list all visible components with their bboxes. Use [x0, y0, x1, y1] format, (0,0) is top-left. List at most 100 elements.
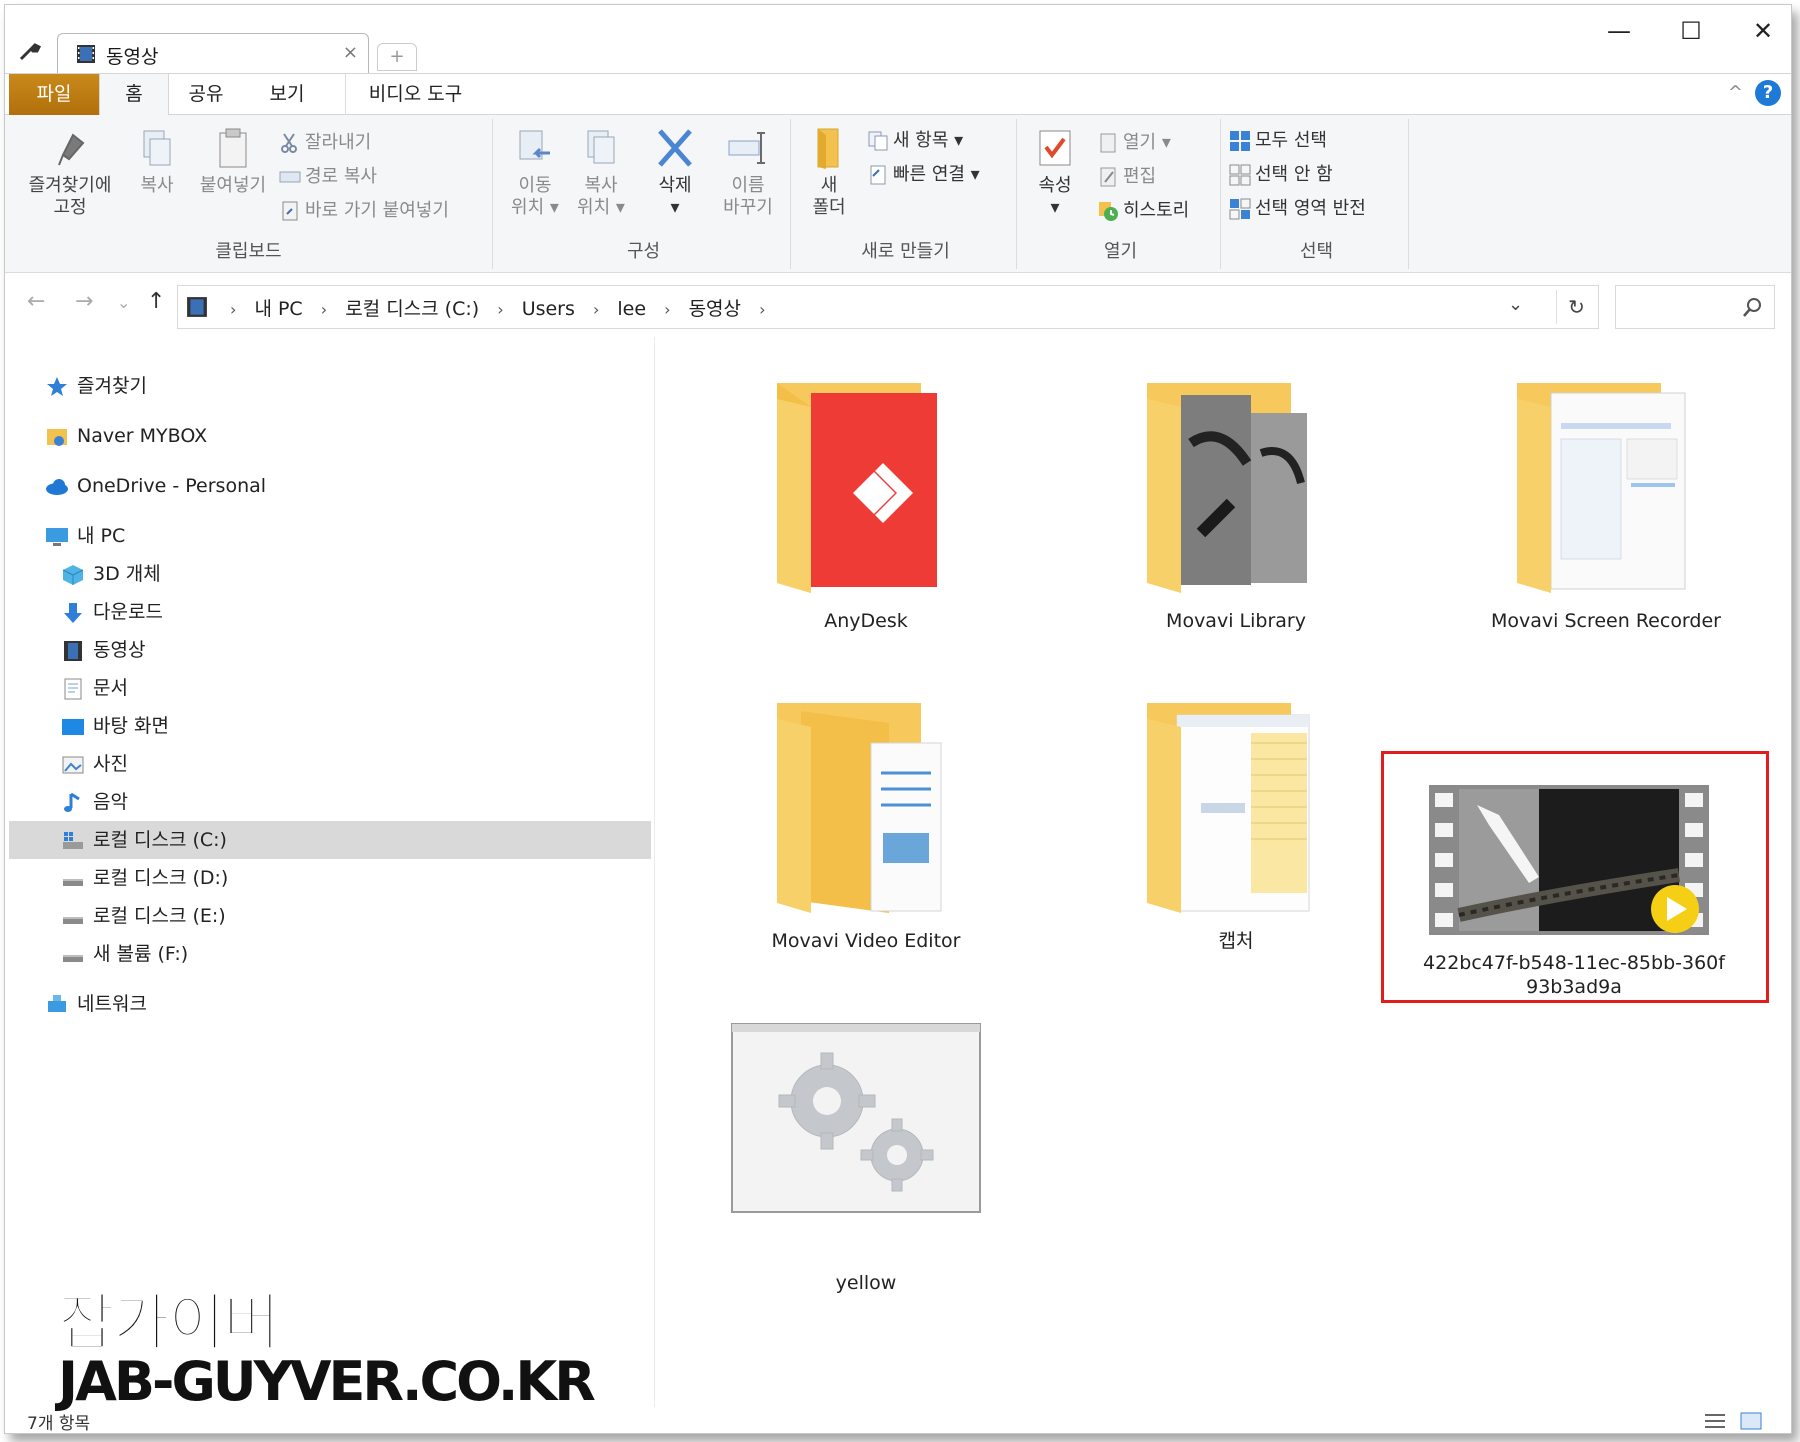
new-folder-button[interactable]: 새 폴더 — [799, 125, 859, 219]
recent-locations-button[interactable]: ⌄ — [117, 293, 130, 312]
refresh-button[interactable]: ↻ — [1556, 290, 1596, 324]
history-button[interactable]: 히스토리 — [1097, 197, 1189, 225]
breadcrumb-users[interactable]: Users — [522, 298, 575, 320]
copy-button[interactable]: 복사 — [125, 125, 189, 197]
mybox-folder-icon — [47, 428, 67, 446]
ribbon-tab-view[interactable]: 보기 — [247, 74, 327, 116]
paste-button[interactable]: 붙여넣기 — [191, 125, 275, 197]
wrench-icon[interactable] — [17, 39, 43, 65]
address-dropdown-button[interactable]: ⌄ — [1508, 294, 1523, 315]
tab-videos[interactable]: 동영상 × — [57, 33, 369, 73]
sidebar-item-music[interactable]: 음악 — [61, 783, 128, 821]
drive-icon — [63, 954, 83, 962]
easy-access-button[interactable]: 빠른 연결 ▾ — [867, 161, 980, 189]
explorer-window: 동영상 × + — ☐ ✕ 파일 홈 공유 보기 비디오 도구 ^ ? 즐겨찾기… — [4, 4, 1792, 1434]
select-none-button[interactable]: 선택 안 함 — [1229, 161, 1333, 189]
breadcrumb-videos[interactable]: 동영상 — [689, 298, 741, 320]
new-item-button[interactable]: 새 항목 ▾ — [867, 127, 963, 155]
movavi-library-folder-icon — [1147, 383, 1307, 593]
up-button[interactable]: ↑ — [147, 289, 165, 314]
sidebar-item-network[interactable]: 네트워크 — [45, 985, 147, 1023]
large-icons-view-icon[interactable] — [1739, 1411, 1763, 1431]
invert-selection-button[interactable]: 선택 영역 반전 — [1229, 195, 1366, 223]
new-tab-button[interactable]: + — [377, 43, 417, 71]
invert-selection-icon — [1229, 198, 1251, 220]
pictures-icon — [62, 756, 84, 773]
clipboard-group: 즐겨찾기에 고정 복사 붙여넣기 잘라내기 경로 복사 바로 가기 붙여넣기 클… — [5, 119, 493, 269]
shortcut-icon — [282, 201, 298, 221]
sidebar-item-onedrive[interactable]: OneDrive - Personal — [45, 467, 266, 505]
address-bar[interactable]: › 내 PC › 로컬 디스크 (C:) › Users › lee › 동영상… — [177, 285, 1599, 329]
tab-close-button[interactable]: × — [343, 42, 358, 63]
ribbon-collapse-icon[interactable]: ^ — [1728, 82, 1743, 103]
sidebar-item-naver-mybox[interactable]: Naver MYBOX — [45, 417, 207, 455]
sidebar-item-local-disk-d[interactable]: 로컬 디스크 (D:) — [61, 859, 228, 897]
drive-icon — [63, 878, 83, 886]
history-icon — [1099, 202, 1118, 221]
paste-shortcut-button[interactable]: 바로 가기 붙여넣기 — [279, 197, 449, 225]
anydesk-folder-icon — [777, 383, 937, 593]
ribbon-tabs: 파일 홈 공유 보기 비디오 도구 ^ ? — [5, 73, 1791, 117]
pin-to-quick-access-button[interactable]: 즐겨찾기에 고정 — [15, 125, 125, 219]
edit-button[interactable]: 편집 — [1097, 163, 1156, 191]
help-icon[interactable]: ? — [1755, 80, 1781, 106]
breadcrumb-local-disk-c[interactable]: 로컬 디스크 (C:) — [345, 298, 479, 320]
drive-icon — [63, 916, 83, 924]
back-button[interactable]: ← — [27, 289, 45, 314]
file-item-movavi-screen-recorder[interactable]: Movavi Screen Recorder — [1441, 383, 1771, 633]
sidebar-item-downloads[interactable]: 다운로드 — [61, 593, 163, 631]
breadcrumb-this-pc[interactable]: 내 PC — [254, 298, 302, 320]
file-item-movavi-video-editor[interactable]: Movavi Video Editor — [701, 703, 1031, 953]
file-item-movavi-library[interactable]: Movavi Library — [1071, 383, 1401, 633]
document-icon — [64, 678, 82, 699]
search-icon — [1743, 298, 1761, 317]
ribbon-tab-video-tools[interactable]: 비디오 도구 — [345, 74, 485, 116]
copy-to-button[interactable]: 복사 위치 ▾ — [569, 125, 633, 219]
sidebar-item-pictures[interactable]: 사진 — [61, 745, 128, 783]
forward-button[interactable]: → — [75, 289, 93, 314]
breadcrumb-lee[interactable]: lee — [617, 298, 646, 320]
sidebar-item-desktop[interactable]: 바탕 화면 — [61, 707, 169, 745]
sidebar-item-local-disk-e[interactable]: 로컬 디스크 (E:) — [61, 897, 226, 935]
copy-path-button[interactable]: 경로 복사 — [279, 163, 377, 191]
video-editor-folder-icon — [777, 703, 942, 913]
delete-x-icon — [658, 129, 692, 167]
open-button[interactable]: 열기 ▾ — [1097, 129, 1171, 157]
organize-label: 구성 — [626, 241, 661, 262]
sidebar-item-this-pc[interactable]: 내 PC — [45, 517, 125, 555]
new-group: 새 폴더 새 항목 ▾ 빠른 연결 ▾ 새로 만들기 — [795, 119, 1017, 269]
file-item-anydesk[interactable]: AnyDesk — [701, 383, 1031, 633]
file-item-yellow[interactable]: yellow — [701, 1023, 1031, 1303]
network-icon — [48, 994, 66, 1012]
details-view-icon[interactable] — [1703, 1411, 1727, 1431]
maximize-button[interactable]: ☐ — [1661, 11, 1721, 51]
minimize-button[interactable]: — — [1589, 11, 1649, 51]
sidebar-item-local-disk-c[interactable]: 로컬 디스크 (C:) — [9, 821, 651, 859]
easy-access-icon — [870, 165, 886, 185]
rename-button[interactable]: 이름 바꾸기 — [711, 125, 785, 219]
ribbon-tab-home[interactable]: 홈 — [99, 74, 169, 117]
file-item-capture[interactable]: 캡처 — [1071, 703, 1401, 953]
sidebar-item-videos[interactable]: 동영상 — [61, 631, 145, 669]
select-all-button[interactable]: 모두 선택 — [1229, 127, 1327, 155]
sidebar-item-new-volume-f[interactable]: 새 볼륨 (F:) — [61, 935, 188, 973]
file-list: AnyDesk Movavi Library Movavi Screen Rec… — [657, 337, 1791, 1407]
close-button[interactable]: ✕ — [1733, 11, 1791, 51]
navigation-pane: 즐겨찾기 Naver MYBOX OneDrive - Personal 내 P… — [5, 337, 655, 1407]
title-bar: 동영상 × + — ☐ ✕ — [5, 5, 1791, 73]
sidebar-item-documents[interactable]: 문서 — [61, 669, 128, 707]
sidebar-item-3d-objects[interactable]: 3D 개체 — [61, 555, 161, 593]
clipboard-label: 클립보드 — [215, 241, 282, 262]
select-label: 선택 — [1299, 241, 1334, 262]
properties-button[interactable]: 속성 ▾ — [1025, 125, 1085, 219]
ribbon-tab-share[interactable]: 공유 — [171, 74, 241, 116]
cut-button[interactable]: 잘라내기 — [279, 129, 371, 157]
search-input[interactable] — [1615, 285, 1775, 329]
file-item-video[interactable]: 422bc47f-b548-11ec-85bb-360f 93b3ad9a — [1409, 775, 1739, 998]
move-to-button[interactable]: 이동 위치 ▾ — [503, 125, 567, 219]
ribbon-tab-file[interactable]: 파일 — [9, 74, 99, 116]
copy-icon — [143, 130, 171, 166]
navigation-bar: ← → ⌄ ↑ › 내 PC › 로컬 디스크 (C:) › Users › l… — [5, 273, 1791, 337]
delete-button[interactable]: 삭제 ▾ — [643, 125, 707, 219]
sidebar-item-quick-access[interactable]: 즐겨찾기 — [45, 367, 147, 405]
